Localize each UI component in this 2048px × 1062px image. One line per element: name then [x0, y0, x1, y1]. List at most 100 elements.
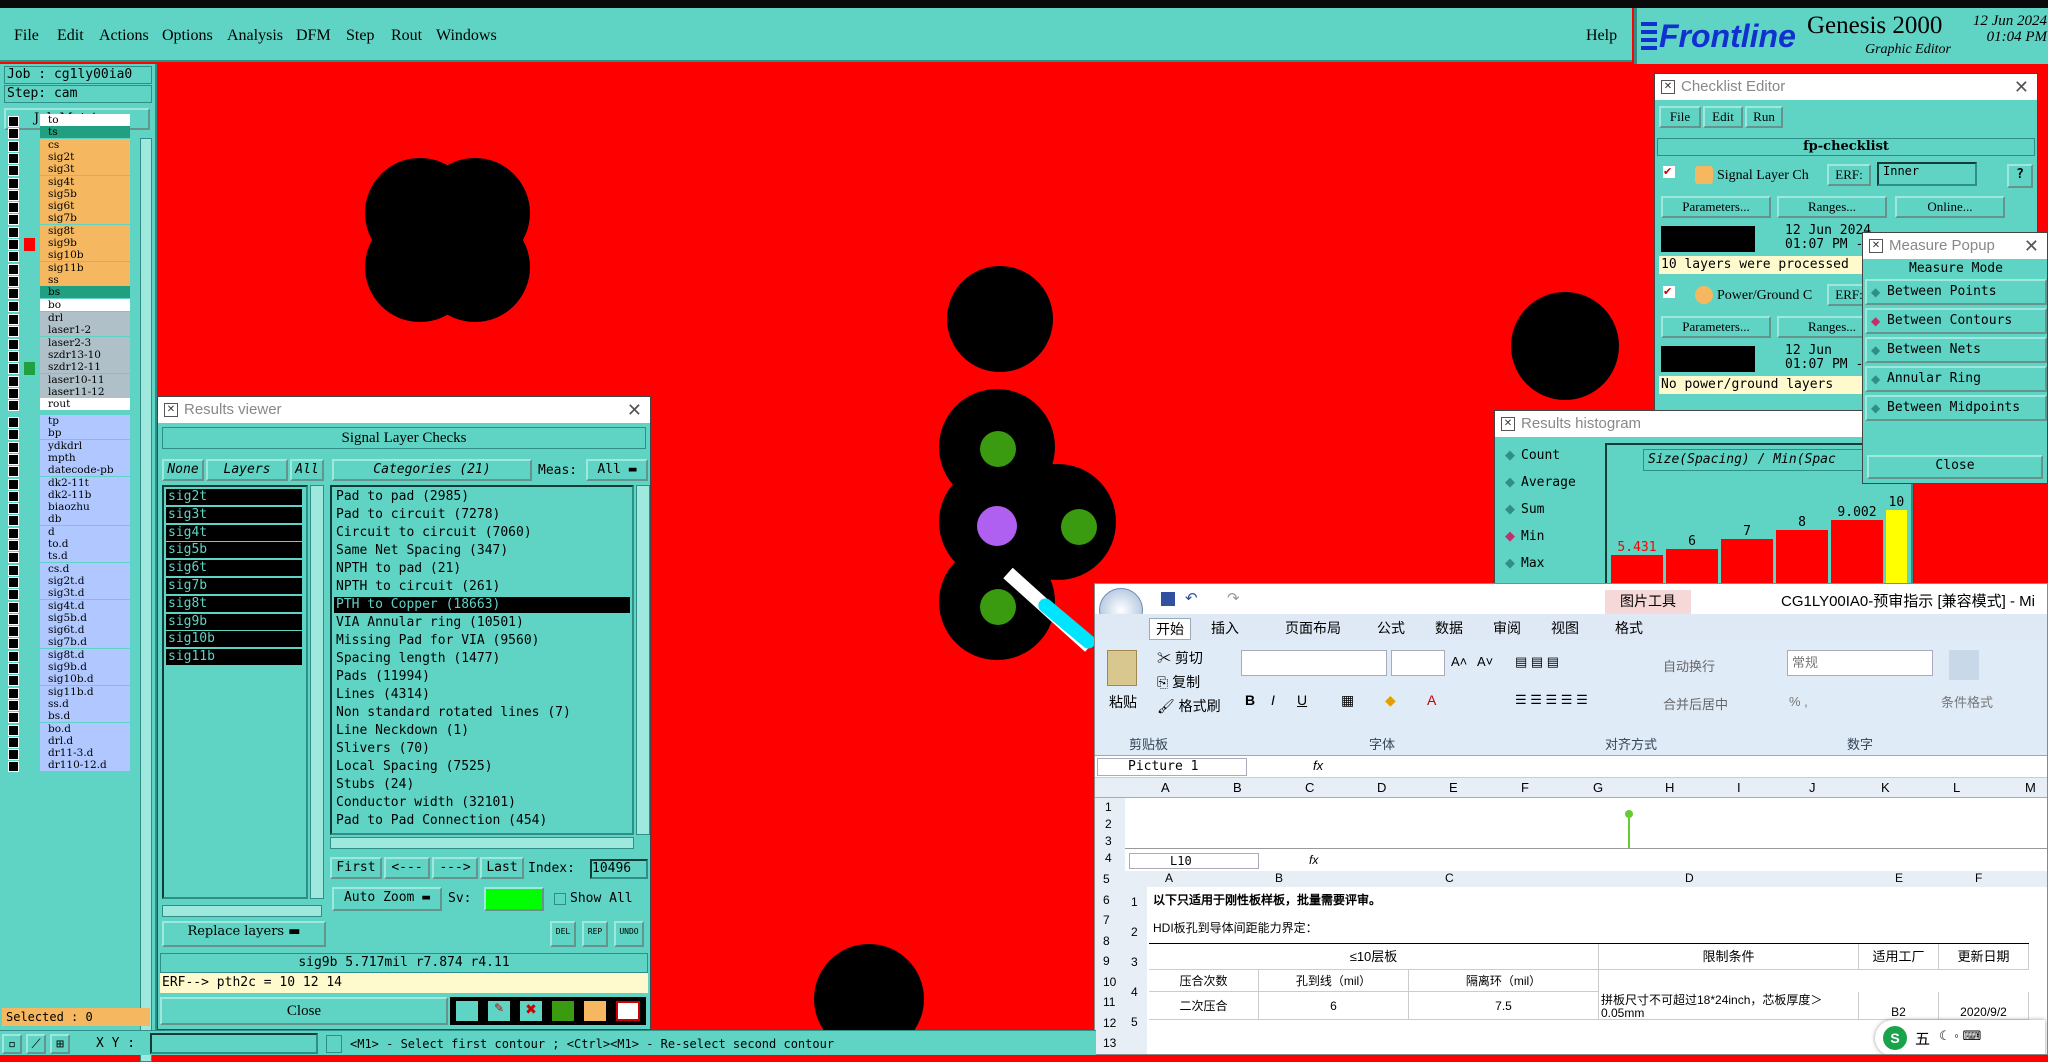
list-icon[interactable]: [584, 1001, 606, 1021]
histogram-bar[interactable]: [1721, 539, 1773, 589]
category-item[interactable]: Pad to Pad Connection (454): [334, 813, 630, 829]
item1-parameters[interactable]: Parameters...: [1661, 196, 1771, 218]
item2-label[interactable]: Power/Ground C: [1717, 288, 1812, 304]
item1-label[interactable]: Signal Layer Ch: [1717, 168, 1809, 184]
column-header[interactable]: I: [1737, 780, 1741, 795]
next-button[interactable]: --->: [432, 857, 478, 879]
menu-edit[interactable]: Edit: [57, 27, 84, 45]
categories-button[interactable]: Categories (21): [332, 459, 532, 481]
row-header[interactable]: 5: [1103, 872, 1110, 886]
row-header[interactable]: 2: [1105, 817, 1112, 831]
undo-icon[interactable]: UNDO: [614, 921, 644, 947]
category-item[interactable]: Missing Pad for VIA (9560): [334, 633, 630, 649]
row-header[interactable]: 7: [1103, 913, 1110, 927]
delete-icon[interactable]: DEL: [550, 921, 576, 947]
rotation-handle[interactable]: [1625, 810, 1633, 818]
histogram-icon[interactable]: [616, 1001, 640, 1021]
menu-file[interactable]: File: [14, 27, 39, 45]
coordinate-field[interactable]: [150, 1033, 318, 1054]
menu-help[interactable]: Help: [1586, 27, 1617, 45]
ime-wubi-icon[interactable]: 五: [1915, 1028, 1930, 1049]
ribbon-tab[interactable]: 审阅: [1493, 618, 1521, 638]
result-layer-item[interactable]: sig7b: [166, 578, 302, 594]
ribbon-tab[interactable]: 插入: [1211, 618, 1239, 638]
column-header[interactable]: K: [1881, 780, 1890, 795]
last-button[interactable]: Last: [480, 857, 524, 879]
category-item[interactable]: NPTH to circuit (261): [334, 579, 630, 595]
index-field[interactable]: 10496: [590, 859, 648, 879]
measure-point[interactable]: [977, 506, 1017, 546]
row-header[interactable]: 11: [1103, 995, 1115, 1009]
measure-option[interactable]: ◆ Between Contours: [1865, 308, 2047, 334]
fx-icon[interactable]: fx: [1313, 758, 1323, 773]
close-icon[interactable]: ✕: [627, 397, 642, 423]
column-header[interactable]: G: [1593, 780, 1603, 795]
column-header[interactable]: J: [1809, 780, 1816, 795]
ribbon-tab[interactable]: 视图: [1551, 618, 1579, 638]
row-header[interactable]: 13: [1103, 1036, 1116, 1050]
cut-button[interactable]: ✂ 剪切: [1157, 648, 1203, 668]
result-layer-item[interactable]: sig6t: [166, 560, 302, 577]
measure-option[interactable]: ◆ Annular Ring: [1865, 366, 2047, 392]
column-header[interactable]: C: [1305, 780, 1314, 795]
column-header[interactable]: E: [1449, 780, 1458, 795]
layer-checkbox[interactable]: [8, 761, 19, 773]
menu-rout[interactable]: Rout: [391, 27, 422, 45]
item1-online[interactable]: Online...: [1895, 196, 2005, 218]
item2-run-icons[interactable]: [1661, 346, 1755, 372]
row-header[interactable]: 1: [1105, 800, 1112, 814]
redo-icon[interactable]: ↷: [1227, 589, 1240, 607]
menu-actions[interactable]: Actions: [99, 27, 149, 45]
wrap-text-button[interactable]: 自动换行: [1663, 656, 1715, 675]
result-layer-item[interactable]: sig5b: [166, 542, 302, 559]
result-layer-item[interactable]: sig9b: [166, 613, 302, 630]
layer-checkbox[interactable]: [8, 300, 19, 312]
graph-icon[interactable]: [456, 1001, 478, 1021]
row-header[interactable]: 12: [1103, 1016, 1116, 1030]
grid-tool-icon[interactable]: ⊞: [50, 1034, 70, 1054]
category-item[interactable]: Slivers (70): [334, 741, 630, 757]
hist-option-sum[interactable]: ◆ Sum: [1503, 501, 1593, 521]
category-item[interactable]: NPTH to pad (21): [334, 561, 630, 577]
name-box-top[interactable]: Picture 1: [1097, 758, 1247, 776]
category-item[interactable]: Spacing length (1477): [334, 651, 630, 667]
ime-logo-icon[interactable]: S: [1883, 1026, 1907, 1050]
first-button[interactable]: First: [330, 857, 382, 879]
column-header[interactable]: L: [1953, 780, 1960, 795]
category-item[interactable]: Pad to circuit (7278): [334, 507, 630, 523]
fill-color-icon[interactable]: ◆: [1385, 692, 1396, 709]
category-item[interactable]: Circuit to circuit (7060): [334, 525, 630, 541]
layer-list-hscrollbar[interactable]: [162, 905, 322, 917]
undo-icon[interactable]: ↶: [1185, 589, 1198, 607]
layer-result-list[interactable]: sig2t sig3t sig4t sig5b sig6t sig7b sig8t sig9b…: [162, 485, 308, 899]
conditional-format-icon[interactable]: [1949, 650, 1979, 680]
category-item[interactable]: Line Neckdown (1): [334, 723, 630, 739]
checklist-menu-file[interactable]: File: [1659, 106, 1701, 128]
histogram-bar[interactable]: [1831, 520, 1883, 589]
bold-icon[interactable]: B: [1245, 692, 1255, 708]
item1-ranges[interactable]: Ranges...: [1777, 196, 1887, 218]
item1-erf[interactable]: ERF:: [1827, 164, 1871, 186]
row-header[interactable]: 9: [1103, 954, 1110, 968]
category-item[interactable]: Same Net Spacing (347): [334, 543, 630, 559]
layers-button[interactable]: Layers: [206, 459, 288, 481]
close-button[interactable]: Close: [160, 997, 448, 1025]
paste-label[interactable]: 粘贴: [1109, 692, 1137, 712]
category-item[interactable]: Non standard rotated lines (7): [334, 705, 630, 721]
ime-toolbar[interactable]: S 五 ☾ ◦ ⌨: [1875, 1020, 2045, 1054]
category-item[interactable]: Lines (4314): [334, 687, 630, 703]
merge-center-button[interactable]: 合并后居中: [1663, 694, 1728, 713]
layer-row-dr110-12.d[interactable]: dr110-12.d: [8, 759, 144, 774]
item1-erf-value[interactable]: Inner: [1877, 162, 1977, 186]
number-format-box[interactable]: 常规: [1787, 650, 1933, 676]
column-header[interactable]: F: [1521, 780, 1529, 795]
column-header[interactable]: D: [1377, 780, 1386, 795]
row-header[interactable]: 8: [1103, 934, 1110, 948]
save-icon[interactable]: [1161, 592, 1175, 606]
measure-option[interactable]: ◆ Between Nets: [1865, 337, 2047, 363]
menu-options[interactable]: Options: [162, 27, 213, 45]
align-top-icon[interactable]: ▤ ▤ ▤: [1515, 654, 1559, 670]
column-header[interactable]: B: [1233, 780, 1242, 795]
row-header[interactable]: 10: [1103, 975, 1116, 989]
category-item[interactable]: Conductor width (32101): [334, 795, 630, 811]
